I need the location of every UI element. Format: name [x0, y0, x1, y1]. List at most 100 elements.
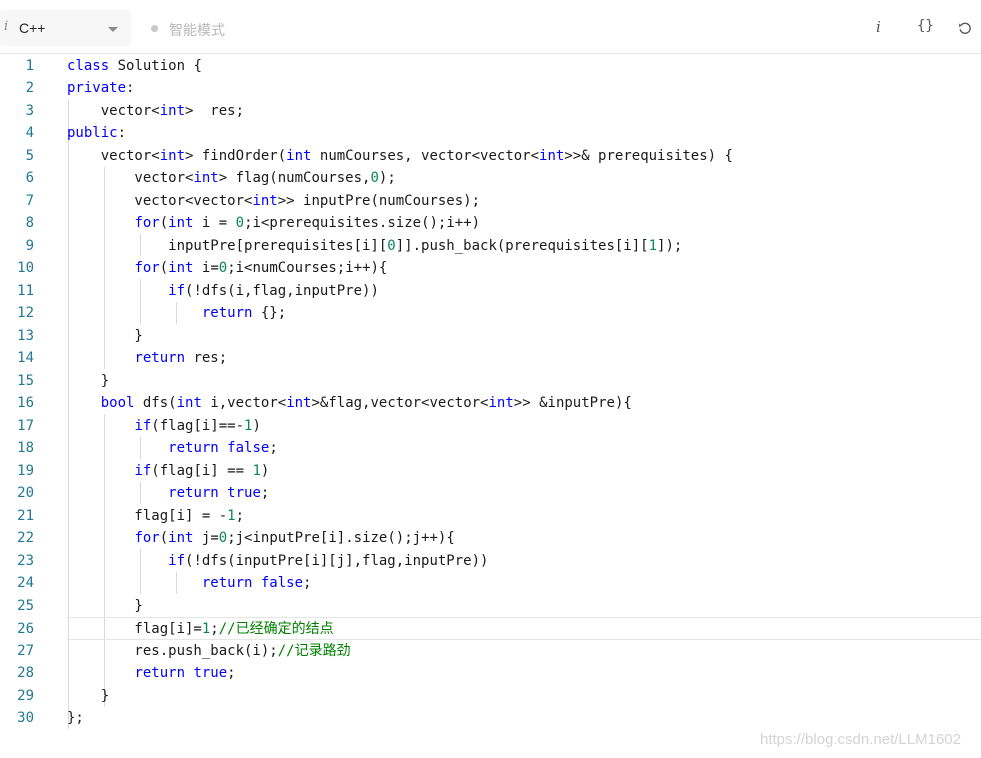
code-text: public:	[67, 125, 127, 141]
code-text: return res;	[134, 350, 228, 366]
code-text: vector<int> findOrder(int numCourses, ve…	[67, 147, 733, 164]
code-text: for(int j=0;j<inputPre[i].size();j++){	[134, 530, 455, 546]
code-line[interactable]: 19 if(flag[i] == 1)	[0, 460, 981, 483]
line-number: 9	[25, 237, 34, 254]
code-line[interactable]: 1 class Solution {	[0, 55, 981, 78]
line-number: 18	[17, 440, 34, 456]
code-line[interactable]: 14 return res;	[0, 347, 981, 370]
line-number: 16	[17, 395, 34, 411]
code-text: }	[67, 327, 143, 344]
info-icon: i	[4, 19, 9, 34]
line-number: 11	[17, 282, 34, 299]
code-text: for(int i = 0;i<prerequisites.size();i++…	[134, 215, 481, 231]
code-line[interactable]: 25 }	[0, 595, 981, 618]
code-text: return false;	[201, 575, 312, 591]
code-text: if(!dfs(i,flag,inputPre))	[168, 282, 379, 299]
line-number: 8	[25, 215, 34, 231]
line-number: 24	[17, 575, 34, 591]
line-number: 20	[17, 485, 34, 501]
line-number: 3	[25, 102, 34, 119]
line-number: 26	[17, 621, 34, 637]
code-text: if(!dfs(inputPre[i][j],flag,inputPre))	[168, 552, 489, 569]
code-text: return {};	[201, 305, 287, 321]
line-number: 4	[25, 125, 34, 141]
code-line[interactable]: 29 }	[0, 685, 981, 708]
code-text: return true;	[168, 485, 270, 501]
line-number: 10	[17, 260, 34, 276]
code-line[interactable]: 5 vector<int> findOrder(int numCourses, …	[0, 145, 981, 168]
code-text: flag[i] = -1;	[67, 507, 245, 524]
code-text: vector<int> flag(numCourses,0);	[67, 170, 396, 186]
line-number: 1	[25, 57, 34, 74]
line-number: 22	[17, 530, 34, 546]
chevron-down-icon	[108, 27, 118, 32]
code-text: vector<vector<int>> inputPre(numCourses)…	[67, 192, 481, 209]
code-text: vector<int> res;	[67, 102, 245, 119]
code-line[interactable]: 3 vector<int> res;	[0, 100, 981, 123]
line-number: 27	[17, 642, 34, 659]
code-text: inputPre[prerequisites[i][0]].push_back(…	[67, 237, 683, 254]
code-line[interactable]: 17 if(flag[i]==-1)	[0, 415, 981, 438]
watermark: https://blog.csdn.net/LLM1602	[760, 731, 961, 748]
line-number: 5	[25, 147, 34, 164]
code-text: flag[i]=1;//已经确定的结点	[67, 621, 334, 637]
info-button[interactable]: i	[876, 18, 881, 36]
line-number: 13	[17, 327, 34, 344]
code-text: if(flag[i]==-1)	[134, 417, 261, 434]
code-line[interactable]: 6 vector<int> flag(numCourses,0);	[0, 167, 981, 190]
line-number: 6	[25, 170, 34, 186]
code-line[interactable]: 7 vector<vector<int>> inputPre(numCourse…	[0, 190, 981, 213]
code-line[interactable]: 8 for(int i = 0;i<prerequisites.size();i…	[0, 212, 981, 235]
code-text: }	[67, 687, 110, 704]
line-number: 30	[17, 710, 34, 726]
code-line[interactable]: 15 }	[0, 370, 981, 393]
line-number: 23	[17, 552, 34, 569]
line-number: 2	[25, 80, 34, 96]
smart-mode-toggle[interactable]: 智能模式	[169, 20, 225, 40]
code-line[interactable]: 2 private:	[0, 77, 981, 100]
line-number: 19	[17, 462, 34, 479]
code-text: for(int i=0;i<numCourses;i++){	[134, 260, 388, 276]
code-line[interactable]: 30};	[0, 707, 981, 730]
mode-status-dot	[151, 25, 158, 32]
reset-icon-svg	[959, 22, 971, 34]
code-line[interactable]: 4 public:	[0, 122, 981, 145]
code-line[interactable]: 9 inputPre[prerequisites[i][0]].push_bac…	[0, 235, 981, 258]
line-number: 21	[17, 507, 34, 524]
code-line[interactable]: 11 if(!dfs(i,flag,inputPre))	[0, 280, 981, 303]
language-select[interactable]: i C++	[0, 10, 131, 46]
code-line[interactable]: 10 for(int i=0;i<numCourses;i++){	[0, 257, 981, 280]
line-number: 14	[17, 350, 34, 366]
format-code-button[interactable]: {}	[917, 18, 934, 34]
code-line[interactable]: 16 bool dfs(int i,vector<int>&flag,vecto…	[0, 392, 981, 415]
code-text: if(flag[i] == 1)	[134, 462, 270, 479]
line-number: 25	[17, 597, 34, 614]
code-line[interactable]: 21 flag[i] = -1;	[0, 505, 981, 528]
code-line[interactable]: 23 if(!dfs(inputPre[i][j],flag,inputPre)…	[0, 550, 981, 573]
code-text: res.push_back(i);//记录路劲	[67, 642, 351, 659]
code-line[interactable]: 20 return true;	[0, 482, 981, 505]
line-number: 28	[17, 665, 34, 681]
code-line[interactable]: 13 }	[0, 325, 981, 348]
code-text: class Solution {	[67, 57, 202, 74]
editor-toolbar: i C++ 智能模式 i {}	[0, 0, 981, 54]
code-editor[interactable]: 1 class Solution { 2 private: 3 vector<int> …	[0, 54, 981, 758]
code-line[interactable]: 12 return {};	[0, 302, 981, 325]
code-text: private:	[67, 80, 135, 96]
code-line[interactable]: 27 res.push_back(i);//记录路劲	[0, 640, 981, 663]
code-line[interactable]: 22 for(int j=0;j<inputPre[i].size();j++)…	[0, 527, 981, 550]
line-number: 12	[17, 305, 34, 321]
line-number: 15	[17, 372, 34, 389]
reset-icon[interactable]	[958, 21, 972, 38]
code-line[interactable]: 18 return false;	[0, 437, 981, 460]
code-line[interactable]: 28 return true;	[0, 662, 981, 685]
line-number: 29	[17, 687, 34, 704]
code-line[interactable]: 24 return false;	[0, 572, 981, 595]
code-text: }	[67, 372, 110, 389]
code-line[interactable]: 26 flag[i]=1;//已经确定的结点	[17, 617, 981, 640]
code-text: return true;	[134, 665, 236, 681]
line-number: 17	[17, 417, 34, 434]
code-text: return false;	[168, 440, 278, 456]
code-text: bool dfs(int i,vector<int>&flag,vector<v…	[100, 395, 632, 411]
code-text: };	[67, 710, 84, 726]
